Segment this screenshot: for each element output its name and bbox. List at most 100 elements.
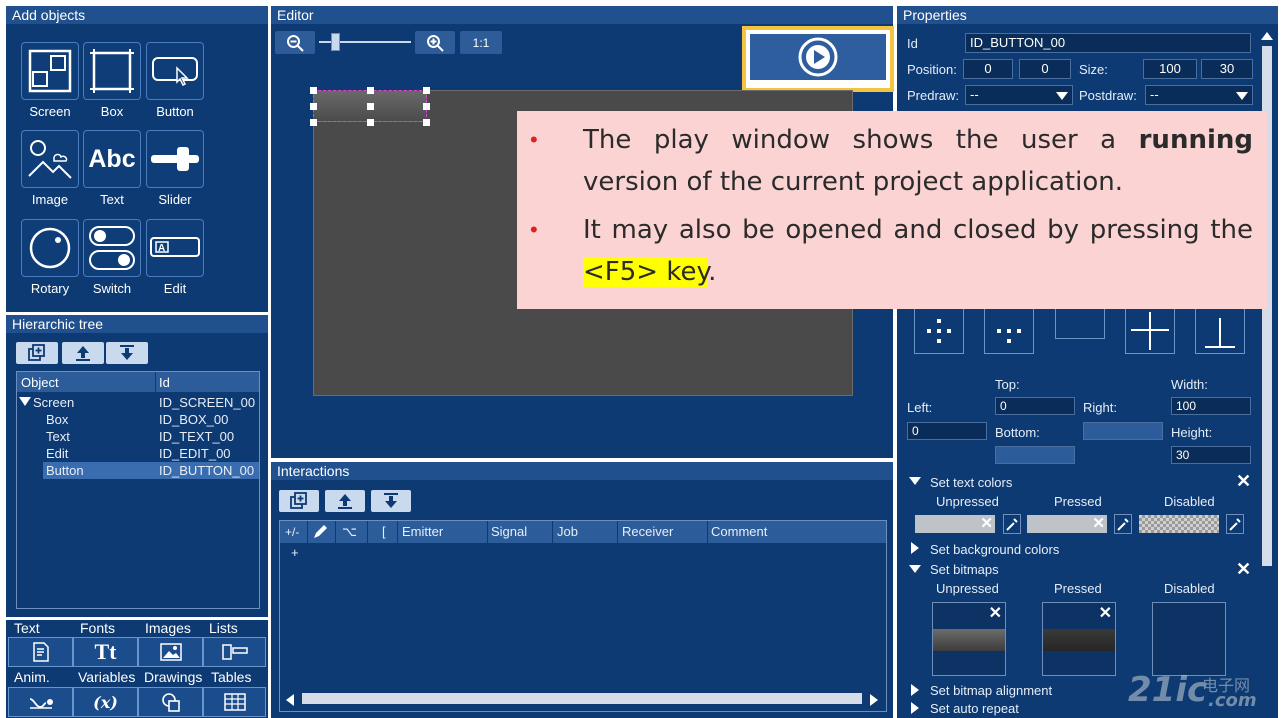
tab-text[interactable]: Text — [14, 620, 40, 636]
collapse-icon[interactable] — [909, 565, 921, 573]
resize-handle[interactable] — [310, 87, 317, 94]
eyedropper-button[interactable] — [1226, 514, 1244, 534]
variables-button[interactable]: (x) — [73, 687, 138, 717]
add-screen-button[interactable]: Screen — [21, 42, 79, 126]
add-slider-button[interactable]: Slider — [146, 130, 204, 214]
fonts-button[interactable]: Tt — [73, 637, 138, 667]
text-colors-label[interactable]: Set text colors — [930, 475, 1012, 490]
scroll-right-icon[interactable] — [870, 694, 878, 706]
tab-drawings[interactable]: Drawings — [144, 669, 202, 685]
bottom-field[interactable] — [995, 446, 1075, 464]
interaction-duplicate-button[interactable] — [279, 490, 319, 512]
disabled-color-swatch[interactable] — [1139, 515, 1219, 533]
bitmap-alignment-label[interactable]: Set bitmap alignment — [930, 683, 1052, 698]
anim-button[interactable] — [8, 687, 73, 717]
close-icon[interactable]: ✕ — [1236, 471, 1251, 492]
right-field[interactable] — [1083, 422, 1163, 440]
scroll-left-icon[interactable] — [286, 694, 294, 706]
size-width-field[interactable]: 100 — [1143, 59, 1197, 79]
add-box-button[interactable]: Box — [83, 42, 141, 126]
position-y-field[interactable]: 0 — [1019, 59, 1071, 79]
resize-handle[interactable] — [367, 103, 374, 110]
zoom-out-button[interactable] — [275, 31, 315, 54]
resize-handle[interactable] — [310, 103, 317, 110]
zoom-slider-thumb[interactable] — [331, 33, 340, 51]
tables-button[interactable] — [203, 687, 266, 717]
pressed-color-swatch[interactable]: ✕ — [1027, 515, 1107, 533]
resize-handle[interactable] — [367, 119, 374, 126]
clear-icon[interactable]: ✕ — [1092, 514, 1105, 532]
unpressed-color-swatch[interactable]: ✕ — [915, 515, 995, 533]
text-resources-button[interactable] — [8, 637, 73, 667]
postdraw-select[interactable]: -- — [1145, 85, 1253, 105]
play-button[interactable] — [750, 34, 886, 80]
tree-row[interactable]: Text ID_TEXT_00 — [17, 428, 259, 445]
tree-row[interactable]: Edit ID_EDIT_00 — [17, 445, 259, 462]
resize-handle[interactable] — [367, 87, 374, 94]
pressed-bitmap[interactable]: ✕ — [1042, 602, 1116, 676]
zoom-slider[interactable] — [319, 32, 411, 52]
zoom-in-button[interactable] — [415, 31, 455, 54]
left-field[interactable]: 0 — [907, 422, 987, 440]
position-x-field[interactable]: 0 — [963, 59, 1013, 79]
interaction-move-down-button[interactable] — [371, 490, 411, 512]
auto-repeat-label[interactable]: Set auto repeat — [930, 701, 1019, 716]
tab-anim[interactable]: Anim. — [14, 669, 50, 685]
tree-row[interactable]: Screen ID_SCREEN_00 — [17, 394, 259, 411]
bitmaps-label[interactable]: Set bitmaps — [930, 562, 999, 577]
top-field[interactable]: 0 — [995, 397, 1075, 415]
images-button[interactable] — [138, 637, 203, 667]
tab-variables[interactable]: Variables — [78, 669, 135, 685]
clear-icon[interactable]: ✕ — [989, 603, 1002, 623]
height-field[interactable]: 30 — [1171, 446, 1251, 464]
disabled-bitmap[interactable] — [1152, 602, 1226, 676]
close-icon[interactable]: ✕ — [1236, 559, 1251, 580]
unpressed-bitmap[interactable]: ✕ — [932, 602, 1006, 676]
resize-handle[interactable] — [423, 87, 430, 94]
tree-row[interactable]: Box ID_BOX_00 — [17, 411, 259, 428]
bg-colors-label[interactable]: Set background colors — [930, 542, 1059, 557]
resize-handle[interactable] — [423, 103, 430, 110]
resize-handle[interactable] — [423, 119, 430, 126]
tab-tables[interactable]: Tables — [211, 669, 251, 685]
add-image-button[interactable]: Image — [21, 130, 79, 214]
add-rotary-button[interactable]: Rotary — [21, 219, 79, 303]
predraw-select[interactable]: -- — [965, 85, 1073, 105]
scrollbar-thumb[interactable] — [302, 693, 862, 704]
triangle-down-icon[interactable] — [19, 397, 31, 406]
eyedropper-button[interactable] — [1114, 514, 1132, 534]
callout-bullet-1: The play window shows the user a running… — [583, 119, 1253, 203]
add-button-button[interactable]: Button — [146, 42, 204, 126]
tree-move-up-button[interactable] — [62, 342, 104, 364]
add-edit-button[interactable]: A Edit — [146, 219, 204, 303]
clear-icon[interactable]: ✕ — [980, 514, 993, 532]
scroll-up-icon[interactable] — [1261, 32, 1273, 40]
width-field[interactable]: 100 — [1171, 397, 1251, 415]
add-interaction-row[interactable]: + — [291, 545, 299, 560]
collapse-icon[interactable] — [909, 477, 921, 485]
id-field[interactable]: ID_BUTTON_00 — [965, 33, 1251, 53]
tree-duplicate-button[interactable] — [16, 342, 58, 364]
size-height-field[interactable]: 30 — [1201, 59, 1253, 79]
tab-fonts[interactable]: Fonts — [80, 620, 115, 636]
expand-icon[interactable] — [911, 702, 919, 714]
tree-row-selected[interactable]: Button ID_BUTTON_00 — [43, 462, 259, 479]
tree-move-down-button[interactable] — [106, 342, 148, 364]
lists-button[interactable] — [203, 637, 266, 667]
anchor-glyph — [1219, 318, 1221, 346]
resize-handle[interactable] — [310, 119, 317, 126]
expand-icon[interactable] — [911, 542, 919, 554]
expand-icon[interactable] — [911, 684, 919, 696]
tab-lists[interactable]: Lists — [209, 620, 238, 636]
eyedropper-button[interactable] — [1003, 514, 1021, 534]
tab-images[interactable]: Images — [145, 620, 191, 636]
selected-button-widget[interactable] — [310, 87, 430, 126]
drawings-button[interactable] — [138, 687, 203, 717]
add-text-button[interactable]: Abc Text — [83, 130, 141, 214]
zoom-reset-button[interactable]: 1:1 — [460, 31, 502, 54]
clear-icon[interactable]: ✕ — [1099, 603, 1112, 623]
add-switch-button[interactable]: Switch — [83, 219, 141, 303]
interaction-move-up-button[interactable] — [325, 490, 365, 512]
horizontal-scrollbar[interactable] — [284, 691, 882, 707]
add-slider-label: Slider — [158, 192, 192, 207]
